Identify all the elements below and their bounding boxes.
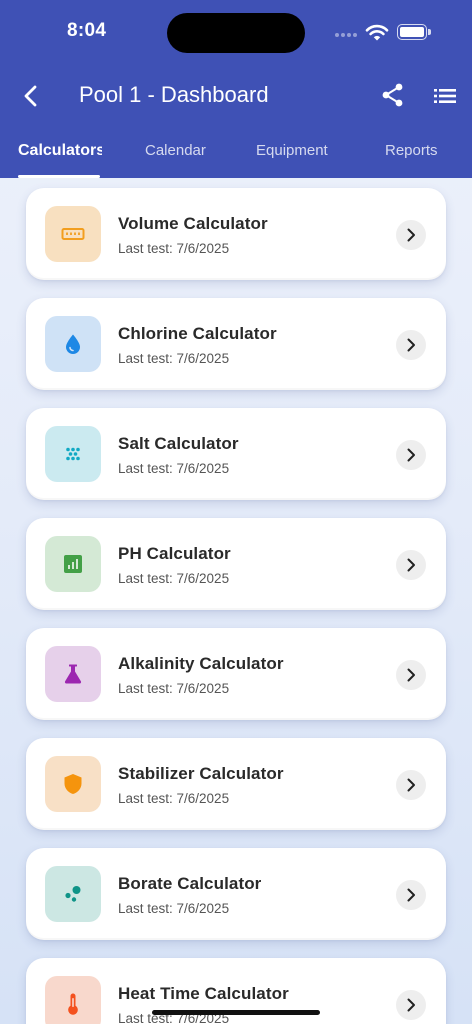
borate-icon-tile — [45, 866, 101, 922]
card-alkalinity-calculator[interactable]: Alkalinity Calculator Last test: 7/6/202… — [26, 628, 446, 720]
bubbles-icon — [65, 886, 81, 902]
volume-icon-tile — [45, 206, 101, 262]
grain-icon — [66, 447, 80, 461]
card-chlorine-calculator[interactable]: Chlorine Calculator Last test: 7/6/2025 — [26, 298, 446, 390]
tab-reports[interactable]: Reports — [385, 142, 438, 159]
chevron-right-button[interactable] — [396, 990, 426, 1020]
chevron-right-button[interactable] — [396, 880, 426, 910]
heat-time-icon-tile — [45, 976, 101, 1024]
nav-bar: Pool 1 - Dashboard — [0, 70, 472, 124]
chevron-right-button[interactable] — [396, 770, 426, 800]
chevron-right-icon — [407, 888, 415, 902]
app-header: 8:04 Pool 1 - Dashboard Calculators Cale… — [0, 0, 472, 178]
ruler-icon — [61, 228, 85, 240]
chevron-right-button[interactable] — [396, 220, 426, 250]
card-last-test: Last test: 7/6/2025 — [118, 681, 230, 696]
status-time: 8:04 — [67, 20, 107, 41]
card-last-test: Last test: 7/6/2025 — [118, 901, 230, 916]
chevron-right-button[interactable] — [396, 660, 426, 690]
cellular-signal-icon — [335, 33, 359, 39]
ph-icon-tile — [45, 536, 101, 592]
chevron-right-icon — [407, 998, 415, 1012]
card-title: Borate Calculator — [118, 874, 262, 893]
chlorine-icon-tile — [45, 316, 101, 372]
card-title: Alkalinity Calculator — [118, 654, 284, 673]
water-drop-icon — [66, 334, 80, 354]
card-title: Heat Time Calculator — [118, 984, 289, 1003]
alkalinity-icon-tile — [45, 646, 101, 702]
card-last-test: Last test: 7/6/2025 — [118, 571, 230, 586]
back-arrow-icon[interactable] — [18, 82, 46, 110]
salt-icon-tile — [45, 426, 101, 482]
page-title: Pool 1 - Dashboard — [79, 82, 269, 107]
dashboard-screen: 8:04 Pool 1 - Dashboard Calculators Cale… — [0, 0, 472, 1024]
shield-icon — [64, 774, 82, 794]
card-last-test: Last test: 7/6/2025 — [118, 351, 230, 366]
home-indicator[interactable] — [152, 1010, 320, 1015]
chevron-right-icon — [407, 338, 415, 352]
tab-equipment[interactable]: Equipment — [256, 142, 328, 159]
card-borate-calculator[interactable]: Borate Calculator Last test: 7/6/2025 — [26, 848, 446, 940]
card-last-test: Last test: 7/6/2025 — [118, 461, 230, 476]
list-menu-icon[interactable] — [432, 84, 458, 108]
card-title: Volume Calculator — [118, 214, 268, 233]
calculator-list[interactable]: Volume Calculator Last test: 7/6/2025 Ch… — [0, 178, 472, 1024]
chevron-right-button[interactable] — [396, 550, 426, 580]
card-volume-calculator[interactable]: Volume Calculator Last test: 7/6/2025 — [26, 188, 446, 280]
chevron-right-icon — [407, 558, 415, 572]
battery-icon — [397, 24, 431, 40]
chart-icon — [64, 555, 82, 573]
tab-bar: Calculators Calendar Equipment Reports — [0, 130, 472, 178]
stabilizer-icon-tile — [45, 756, 101, 812]
thermometer-icon — [68, 993, 78, 1015]
dynamic-island — [167, 13, 305, 53]
tab-calculators[interactable]: Calculators — [18, 142, 102, 160]
chevron-right-button[interactable] — [396, 330, 426, 360]
card-salt-calculator[interactable]: Salt Calculator Last test: 7/6/2025 — [26, 408, 446, 500]
wifi-icon — [365, 24, 389, 41]
card-stabilizer-calculator[interactable]: Stabilizer Calculator Last test: 7/6/202… — [26, 738, 446, 830]
chevron-right-icon — [407, 228, 415, 242]
tab-calendar[interactable]: Calendar — [145, 142, 206, 159]
card-title: PH Calculator — [118, 544, 231, 563]
card-last-test: Last test: 7/6/2025 — [118, 791, 230, 806]
chevron-right-icon — [407, 448, 415, 462]
chevron-right-icon — [407, 778, 415, 792]
status-bar: 8:04 — [0, 0, 472, 64]
chevron-right-button[interactable] — [396, 440, 426, 470]
card-title: Chlorine Calculator — [118, 324, 277, 343]
card-title: Salt Calculator — [118, 434, 239, 453]
share-icon[interactable] — [380, 82, 406, 108]
card-ph-calculator[interactable]: PH Calculator Last test: 7/6/2025 — [26, 518, 446, 610]
flask-icon — [64, 664, 82, 684]
card-last-test: Last test: 7/6/2025 — [118, 241, 230, 256]
card-title: Stabilizer Calculator — [118, 764, 284, 783]
chevron-right-icon — [407, 668, 415, 682]
